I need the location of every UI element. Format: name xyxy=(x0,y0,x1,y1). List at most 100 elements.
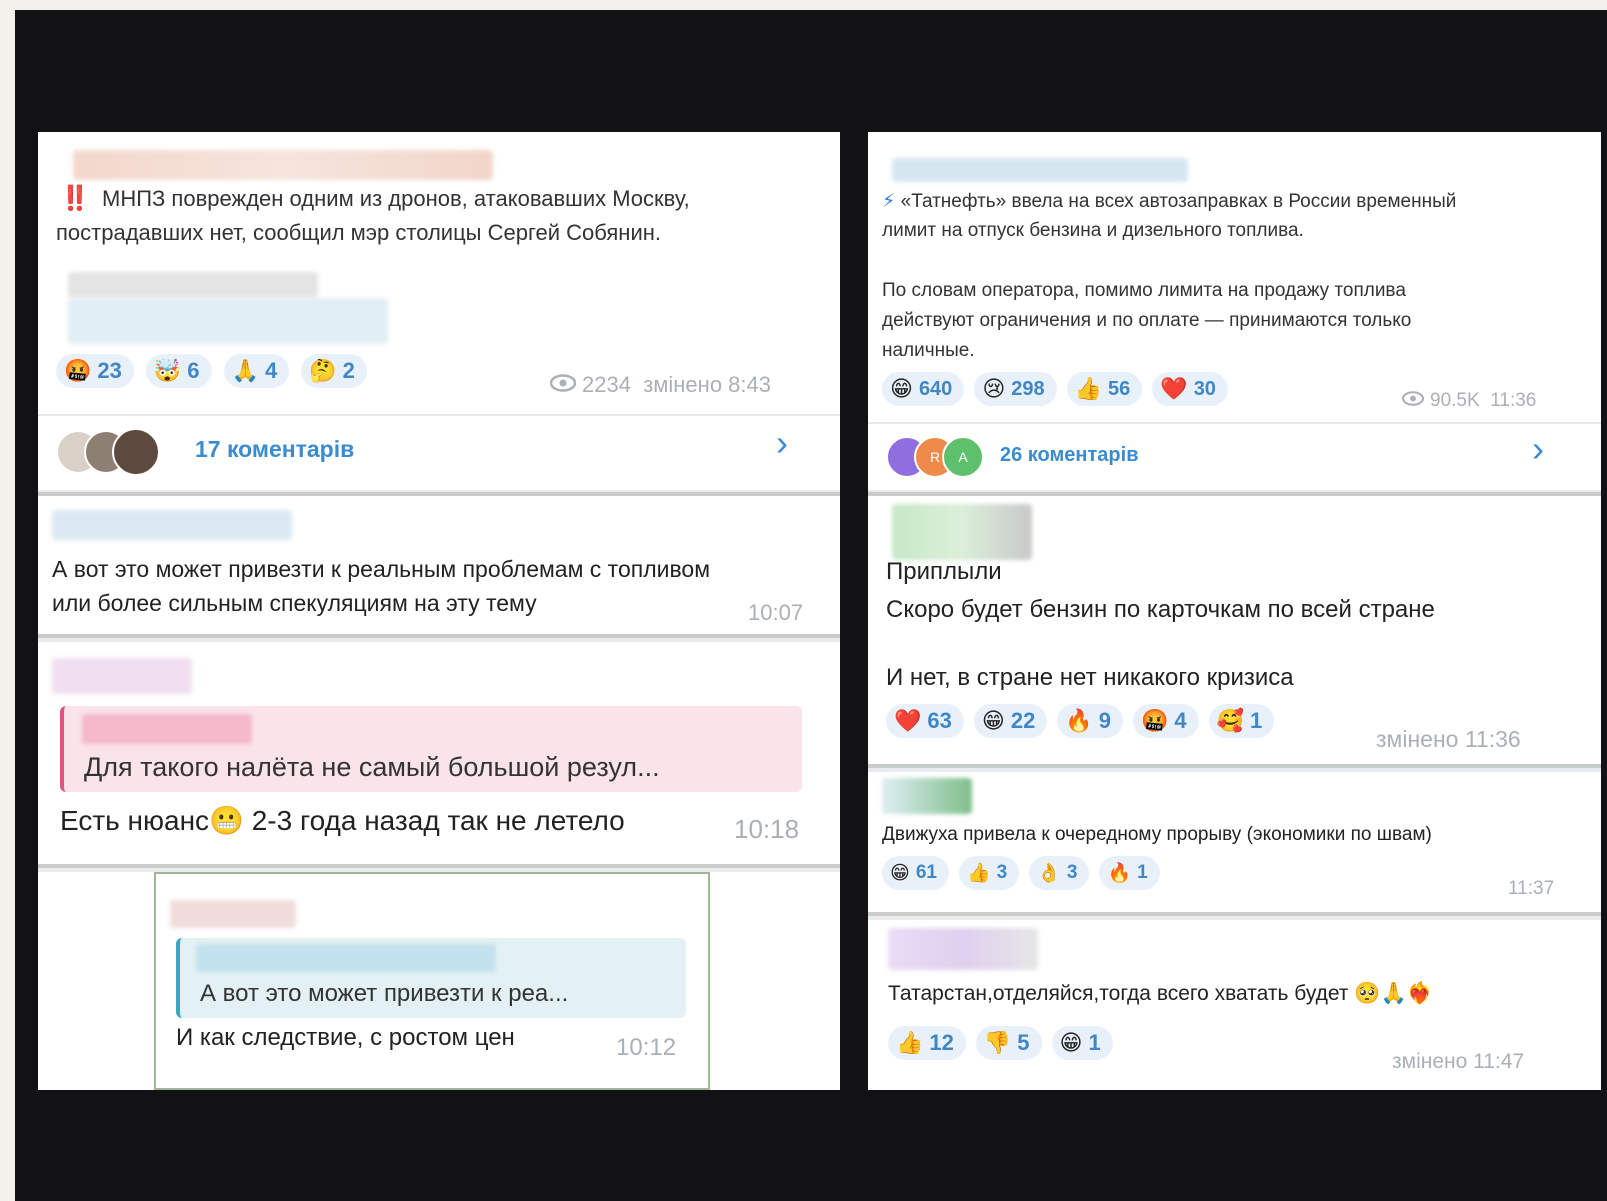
thumbs-down-icon: 👎 xyxy=(983,1030,1012,1055)
comment-text-line2: И нет, в стране нет никакого кризиса xyxy=(886,664,1294,691)
comment-left-2: Для такого налёта не самый большой резул… xyxy=(38,642,840,868)
grin-icon: 😁 xyxy=(890,376,913,401)
edited-time: змінено 8:43 xyxy=(643,372,771,397)
view-count: 90.5K xyxy=(1430,390,1480,411)
blurred-author-avatar xyxy=(882,778,972,814)
chevron-right-icon[interactable]: › xyxy=(776,422,788,464)
eye-icon xyxy=(1401,390,1425,412)
post-text-line1: МНПЗ поврежден одним из дронов, атаковав… xyxy=(102,186,690,211)
comment-reactions: 👍 12 👎 5 😁 1 xyxy=(888,1026,1113,1060)
chevron-right-icon[interactable]: › xyxy=(1532,428,1544,470)
author-name: Приплыли xyxy=(886,558,1002,585)
right-screenshot: ⚡ «Татнефть» ввела на всех автозаправках… xyxy=(868,132,1601,1090)
fire-icon: 🔥 xyxy=(1107,862,1132,884)
cry-icon: 😢 xyxy=(982,376,1006,401)
comment-text: Движуха привела к очередному прорыву (эк… xyxy=(882,824,1432,845)
reaction-thinking[interactable]: 🤔 2 xyxy=(301,354,367,388)
fire-icon: 🔥 xyxy=(1065,708,1093,733)
heart-icon: ❤️ xyxy=(894,708,922,733)
left-screenshot: ‼️ МНПЗ поврежден одним из дронов, атако… xyxy=(38,132,840,1090)
blurred-channel-name xyxy=(892,158,1188,182)
avatar xyxy=(112,428,160,476)
comment-text-line1: Скоро будет бензин по карточкам по всей … xyxy=(886,596,1435,623)
comment-time: 11:37 xyxy=(1508,878,1555,899)
blurred-channel-name xyxy=(73,150,493,180)
reaction-pray[interactable]: 🙏 4 xyxy=(223,354,290,388)
view-count: 2234 xyxy=(582,372,631,397)
reaction-angry[interactable]: 🤬 23 xyxy=(56,354,134,388)
post-meta: 90.5K 11:36 xyxy=(1401,390,1537,412)
reaction-thumbs-down[interactable]: 👎 5 xyxy=(975,1026,1042,1060)
angry-icon: 🤬 xyxy=(64,358,92,383)
reaction-grin[interactable]: 😁 61 xyxy=(882,856,949,890)
blurred-author xyxy=(170,900,296,928)
comment-time: 10:18 xyxy=(734,814,800,844)
reaction-grin[interactable]: 😁 640 xyxy=(882,372,965,406)
reaction-cry[interactable]: 😢 298 xyxy=(974,372,1057,406)
post-reactions: 😁 640 😢 298 👍 56 ❤️ 30 xyxy=(882,372,1228,406)
comment-time: 10:07 xyxy=(748,600,804,625)
thumbs-up-icon: 👍 xyxy=(1074,376,1103,401)
reaction-mindblown[interactable]: 🤯 6 xyxy=(145,354,212,388)
blurred-link xyxy=(68,272,318,298)
thumbs-up-icon: 👍 xyxy=(966,862,991,884)
comment-text: Татарстан,отделяйся,тогда всего хватать … xyxy=(888,982,1433,1005)
comment-reactions: 😁 61 👍 3 👌 3 🔥 1 xyxy=(882,856,1160,890)
quote-text: А вот это может привезти к реа... xyxy=(200,980,569,1007)
comment-text: Есть нюанс😬 2-3 года назад так не летело xyxy=(60,805,625,836)
pray-icon: 🙏 xyxy=(231,358,259,383)
reaction-thumbs-up[interactable]: 👍 3 xyxy=(958,856,1020,890)
comments-count-link[interactable]: 17 коментарів xyxy=(195,436,354,463)
grin-icon: 😁 xyxy=(1059,1030,1083,1055)
reaction-fire[interactable]: 🔥 9 xyxy=(1057,704,1123,738)
blurred-quoted-author xyxy=(196,944,496,972)
reaction-heart[interactable]: ❤️ 30 xyxy=(1152,372,1228,406)
emoji-sequence: 🥺🙏❤️‍🔥 xyxy=(1354,982,1433,1005)
comment-text: И как следствие, с ростом цен xyxy=(176,1024,515,1051)
dark-background: ‼️ МНПЗ поврежден одним из дронов, атако… xyxy=(15,10,1607,1201)
alert-icon: ‼️ xyxy=(60,185,90,212)
blurred-author-avatar xyxy=(892,504,1032,560)
post-text-line1: ⚡ «Татнефть» ввела на всех автозаправках… xyxy=(882,191,1457,212)
comment-right-3: Татарстан,отделяйся,тогда всего хватать … xyxy=(868,920,1601,1090)
reaction-heart[interactable]: ❤️ 63 xyxy=(886,704,964,738)
post-text-line5: наличные. xyxy=(882,340,975,361)
love-face-icon: 🥰 xyxy=(1216,708,1245,733)
reaction-thumbs-up[interactable]: 👍 12 xyxy=(888,1026,966,1060)
reaction-fire[interactable]: 🔥 1 xyxy=(1099,856,1160,890)
grimace-icon: 😬 xyxy=(209,805,244,836)
reply-quote[interactable]: А вот это может привезти к реа... xyxy=(176,938,686,1018)
blurred-author xyxy=(52,658,192,694)
comment-left-3-area: А вот это может привезти к реа... И как … xyxy=(38,872,840,1090)
comment-text-line2: или более сильным спекуляциям на эту тем… xyxy=(52,590,537,616)
reaction-angry[interactable]: 🤬 4 xyxy=(1132,704,1199,738)
comments-bar-left[interactable]: 17 коментарів › xyxy=(38,414,840,490)
reaction-grin[interactable]: 😁 1 xyxy=(1051,1026,1113,1060)
post-meta: 2234 змінено 8:43 xyxy=(549,372,771,398)
lightning-icon: ⚡ xyxy=(882,191,896,212)
post-text-line4: действуют ограничения и по оплате — прин… xyxy=(882,310,1412,331)
comment-right-2: Движуха привела к очередному прорыву (эк… xyxy=(868,772,1601,916)
post-reactions: 🤬 23 🤯 6 🙏 4 🤔 2 xyxy=(56,354,367,388)
thumbs-up-icon: 👍 xyxy=(896,1030,924,1055)
reply-quote[interactable]: Для такого налёта не самый большой резул… xyxy=(60,706,802,792)
ok-hand-icon: 👌 xyxy=(1037,862,1061,884)
comments-bar-right[interactable]: R A 26 коментарів › xyxy=(868,422,1601,490)
blurred-author xyxy=(52,510,292,540)
reaction-grin[interactable]: 😁 22 xyxy=(973,704,1048,738)
post-text-line3: По словам оператора, помимо лимита на пр… xyxy=(882,280,1406,301)
grin-icon: 😁 xyxy=(890,862,910,884)
reaction-love[interactable]: 🥰 1 xyxy=(1208,704,1275,738)
reaction-thumbs-up[interactable]: 👍 56 xyxy=(1066,372,1143,406)
post-time: 11:36 xyxy=(1490,390,1537,411)
post-text-line2: лимит на отпуск бензина и дизельного топ… xyxy=(882,220,1304,241)
reaction-ok[interactable]: 👌 3 xyxy=(1029,856,1090,890)
comment-reactions: ❤️ 63 😁 22 🔥 9 🤬 4 🥰 1 xyxy=(886,704,1275,738)
blurred-link-preview xyxy=(68,298,388,344)
comments-count-link[interactable]: 26 коментарів xyxy=(1000,444,1139,467)
grin-icon: 😁 xyxy=(981,708,1005,733)
eye-icon xyxy=(549,372,577,398)
comment-left-1: А вот это может привезти к реальным проб… xyxy=(38,492,840,638)
edited-time: змінено 11:47 xyxy=(1392,1050,1525,1073)
comment-time: 10:12 xyxy=(616,1034,677,1061)
